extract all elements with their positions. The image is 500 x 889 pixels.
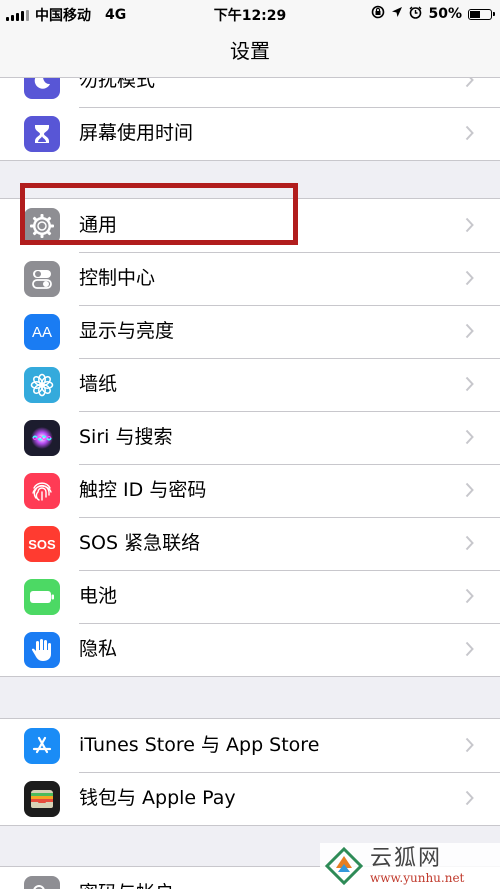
row-label: 屏幕使用时间 [79, 122, 194, 144]
chevron-right-icon [465, 78, 474, 88]
settings-row-wallpaper[interactable]: 墙纸 [0, 358, 500, 411]
toggle-icon [24, 261, 60, 297]
chevron-right-icon [465, 790, 474, 806]
chevron-right-icon [465, 125, 474, 141]
siri-icon [24, 420, 60, 456]
row-label: 墙纸 [79, 373, 118, 395]
row-label: SOS 紧急联络 [79, 532, 201, 554]
settings-row-control-center[interactable]: 控制中心 [0, 252, 500, 305]
page-title: 设置 [230, 39, 270, 63]
row-label: 触控 ID 与密码 [79, 479, 207, 501]
chevron-right-icon [465, 535, 474, 551]
alarm-icon [409, 6, 422, 23]
battery-percent: 50% [428, 6, 462, 22]
settings-group-focus: 勿扰模式 屏幕使用时间 [0, 78, 500, 161]
annotation-highlight-box [20, 183, 298, 245]
settings-row-emergency-sos[interactable]: SOS SOS 紧急联络 [0, 517, 500, 570]
chevron-right-icon [465, 270, 474, 286]
settings-group-stores: iTunes Store 与 App Store 钱包与 Apple Pay [0, 718, 500, 826]
chevron-right-icon [465, 429, 474, 445]
hand-icon [24, 632, 60, 668]
row-label: Siri 与搜索 [79, 426, 173, 448]
chevron-right-icon [465, 482, 474, 498]
wallet-icon [24, 781, 60, 817]
settings-row-siri-search[interactable]: Siri 与搜索 [0, 411, 500, 464]
battery-indicator-icon [468, 8, 495, 20]
text-size-icon: AA [24, 314, 60, 350]
clock: 下午12:29 [213, 8, 287, 24]
chevron-right-icon [465, 588, 474, 604]
chevron-right-icon [465, 323, 474, 339]
settings-group-system: 通用 控制中心 AA 显示与亮度 墙纸 Siri 与搜索 触控 ID 与密码 S… [0, 198, 500, 677]
settings-row-wallet-apple-pay[interactable]: 钱包与 Apple Pay [0, 772, 500, 825]
row-label: 隐私 [79, 638, 118, 660]
watermark-text: 云狐网 [370, 846, 443, 872]
settings-row-privacy[interactable]: 隐私 [0, 623, 500, 676]
watermark-url: www.yunhu.net [370, 870, 465, 885]
settings-row-touch-id-passcode[interactable]: 触控 ID 与密码 [0, 464, 500, 517]
chevron-right-icon [465, 737, 474, 753]
moon-icon [24, 78, 60, 99]
location-icon [391, 6, 403, 22]
watermark: 云狐网 www.yunhu.net [320, 843, 500, 889]
settings-row-do-not-disturb[interactable]: 勿扰模式 [0, 78, 500, 107]
key-icon [24, 876, 60, 889]
chevron-right-icon [465, 217, 474, 233]
rotation-lock-icon [371, 5, 385, 23]
row-label: 控制中心 [79, 267, 156, 289]
settings-row-itunes-app-store[interactable]: iTunes Store 与 App Store [0, 719, 500, 772]
flower-icon [24, 367, 60, 403]
hourglass-icon [24, 116, 60, 152]
navigation-bar: 设置 [0, 26, 500, 78]
fingerprint-icon [24, 473, 60, 509]
row-label: iTunes Store 与 App Store [79, 734, 320, 756]
watermark-logo-icon [324, 846, 364, 886]
status-bar: 中国移动 4G 下午12:29 50% [0, 0, 500, 26]
row-label: 密码与帐户 [79, 867, 174, 889]
settings-row-screen-time[interactable]: 屏幕使用时间 [0, 107, 500, 160]
chevron-right-icon [465, 641, 474, 657]
row-label: 勿扰模式 [79, 78, 156, 91]
sos-icon: SOS [24, 526, 60, 562]
row-label: 钱包与 Apple Pay [79, 787, 236, 809]
row-label: 显示与亮度 [79, 320, 175, 342]
app-store-icon [24, 728, 60, 764]
settings-row-display-brightness[interactable]: AA 显示与亮度 [0, 305, 500, 358]
settings-row-battery[interactable]: 电池 [0, 570, 500, 623]
row-label: 电池 [79, 585, 118, 607]
battery-icon [24, 579, 60, 615]
chevron-right-icon [465, 376, 474, 392]
